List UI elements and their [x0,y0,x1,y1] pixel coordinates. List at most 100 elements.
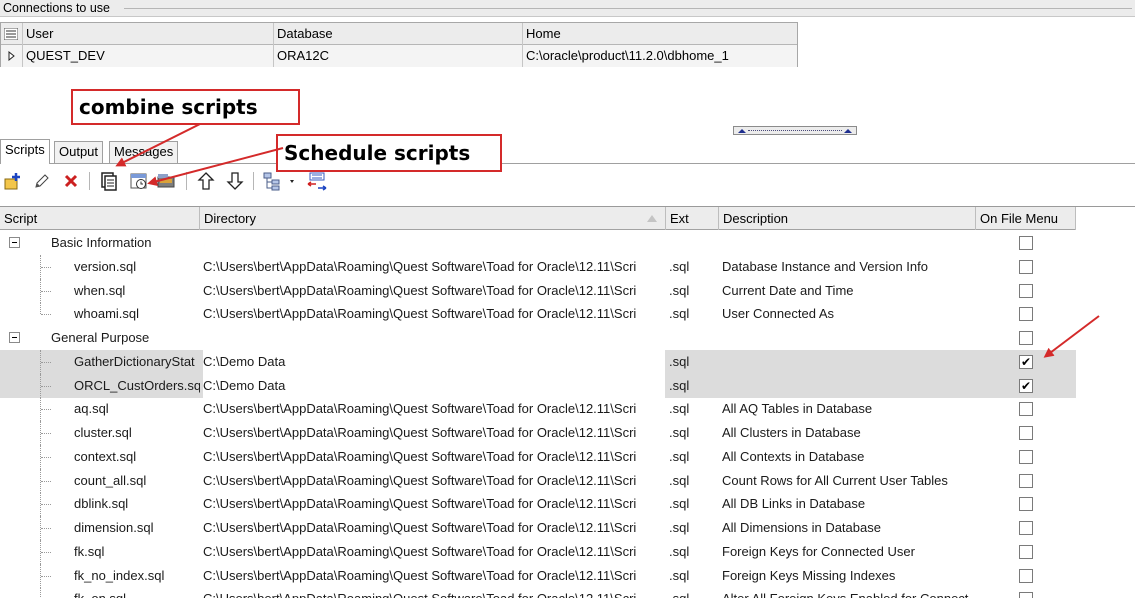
script-description: Count Rows for All Current User Tables [722,472,948,488]
script-row[interactable]: version.sql C:\Users\bert\AppData\Roaming… [0,254,1076,279]
column-header-on-file-menu[interactable]: On File Menu [976,207,1076,230]
edit-icon[interactable] [31,170,53,192]
script-name: aq.sql [74,401,109,417]
script-name: dimension.sql [74,520,154,535]
on-file-menu-checkbox[interactable] [1019,236,1033,250]
tab-messages[interactable]: Messages [109,141,179,163]
on-file-menu-checkbox[interactable] [1019,568,1033,583]
column-header-home[interactable]: Home [523,23,797,45]
on-file-menu-checkbox[interactable] [1019,473,1033,488]
script-name: dblink.sql [74,496,129,512]
script-ext: .sql [669,377,690,393]
script-name: GatherDictionaryStat [74,353,195,369]
run-icon[interactable] [155,170,177,192]
tab-output[interactable]: Output [54,141,104,163]
on-file-menu-checkbox[interactable] [1019,592,1033,598]
script-row[interactable]: fk.sql C:\Users\bert\AppData\Roaming\Ques… [0,539,1076,564]
script-description [722,374,975,398]
combine-scripts-callout: combine scripts [71,89,300,125]
on-file-menu-checkbox[interactable]: ✔ [1019,378,1033,393]
script-row[interactable]: when.sql C:\Users\bert\AppData\Roaming\Qu… [0,278,1076,303]
delete-icon[interactable] [60,170,82,192]
script-row[interactable]: dblink.sql C:\Users\bert\AppData\Roaming\… [0,492,1076,517]
script-name: whoami.sql [74,306,140,322]
column-header-user[interactable]: User [23,23,274,45]
on-file-menu-checkbox[interactable] [1019,307,1033,322]
script-row[interactable]: context.sql C:\Users\bert\AppData\Roaming… [0,444,1076,469]
on-file-menu-checkbox[interactable] [1019,449,1033,464]
script-directory: C:\Users\bert\AppData\Roaming\Quest Soft… [203,306,637,322]
tree-view-icon[interactable] [262,170,296,192]
column-header-database[interactable]: Database [274,23,523,45]
tab-scripts[interactable]: Scripts [0,139,50,164]
splitter-up-icon [844,129,852,133]
connection-row[interactable]: QUEST_DEV ORA12C C:\oracle\product\11.2.… [1,45,797,67]
script-row[interactable]: count_all.sql C:\Users\bert\AppData\Roami… [0,468,1076,493]
connection-home: C:\oracle\product\11.2.0\dbhome_1 [526,48,729,63]
script-row[interactable]: ORCL_CustOrders.sql C:\Demo Data .sql ✔ [0,373,1076,398]
script-description: Alter All Foreign Keys Enabled for Conne… [722,587,975,598]
column-header-directory[interactable]: Directory [200,207,666,230]
script-row[interactable]: fk_no_index.sql C:\Users\bert\AppData\Roa… [0,563,1076,588]
script-directory: C:\Demo Data [203,349,665,374]
panel-splitter[interactable] [733,126,857,135]
script-row[interactable]: dimension.sql C:\Users\bert\AppData\Roami… [0,516,1076,540]
column-header-script[interactable]: Script [0,207,200,230]
on-file-menu-checkbox[interactable] [1019,402,1033,417]
script-row[interactable]: aq.sql C:\Users\bert\AppData\Roaming\Ques… [0,397,1076,422]
combine-scripts-icon[interactable] [98,170,120,192]
script-description: User Connected As [722,306,835,322]
on-file-menu-checkbox[interactable] [1019,331,1033,345]
column-header-directory-label: Directory [204,211,257,226]
scripts-grid[interactable]: Script Directory Ext Description On File… [0,206,1135,598]
add-script-icon[interactable] [2,170,24,192]
group-row[interactable]: Basic Information [0,231,1076,255]
move-down-icon[interactable] [224,170,246,192]
collapse-icon[interactable] [9,237,20,248]
toolbar-separator [186,172,187,190]
on-file-menu-checkbox[interactable] [1019,259,1033,274]
tree-line [41,290,51,292]
column-header-description[interactable]: Description [719,207,976,230]
collapse-icon[interactable] [9,332,20,343]
script-row[interactable]: cluster.sql C:\Users\bert\AppData\Roaming… [0,421,1076,445]
tree-line [41,480,51,482]
group-name: Basic Information [51,235,152,250]
grid-menu-icon[interactable] [1,23,23,45]
tree-line [40,302,41,315]
script-ext: .sql [669,425,690,440]
toolbar-separator [253,172,254,190]
script-ext: .sql [669,543,690,559]
tree-line [40,587,41,598]
script-ext: .sql [669,258,690,274]
script-row[interactable]: fk_on.sqlC:\Users\bert\AppData\Roaming\Q… [0,587,1076,598]
script-ext: .sql [669,353,690,369]
script-description: All DB Links in Database [722,496,866,512]
splitter-up-icon [738,129,746,133]
script-directory: C:\Users\bert\AppData\Roaming\Quest Soft… [203,520,637,535]
script-description: All Contexts in Database [722,448,865,464]
group-row[interactable]: General Purpose [0,326,1076,350]
on-file-menu-checkbox[interactable] [1019,497,1033,512]
schedule-scripts-icon[interactable] [128,170,150,192]
script-directory: C:\Users\bert\AppData\Roaming\Quest Soft… [203,425,637,440]
script-description: All AQ Tables in Database [722,401,873,417]
connections-grid[interactable]: User Database Home QUEST_DEV ORA12C C:\o… [0,22,798,67]
script-ext: .sql [669,282,690,298]
on-file-menu-checkbox[interactable] [1019,426,1033,440]
column-header-ext[interactable]: Ext [666,207,719,230]
script-description: All Dimensions in Database [722,520,881,535]
script-row[interactable]: whoami.sql C:\Users\bert\AppData\Roaming\… [0,302,1076,326]
on-file-menu-checkbox[interactable] [1019,283,1033,298]
compare-icon[interactable] [306,170,328,192]
script-row[interactable]: GatherDictionaryStat C:\Demo Data .sql ✔ [0,349,1076,374]
on-file-menu-checkbox[interactable] [1019,544,1033,559]
on-file-menu-checkbox[interactable] [1019,521,1033,535]
move-up-icon[interactable] [195,170,217,192]
tree-line [41,385,51,387]
connections-title: Connections to use [3,1,111,15]
script-ext: .sql [669,448,690,464]
script-name: when.sql [74,282,126,298]
on-file-menu-checkbox[interactable]: ✔ [1019,354,1033,369]
script-name: cluster.sql [74,425,132,440]
